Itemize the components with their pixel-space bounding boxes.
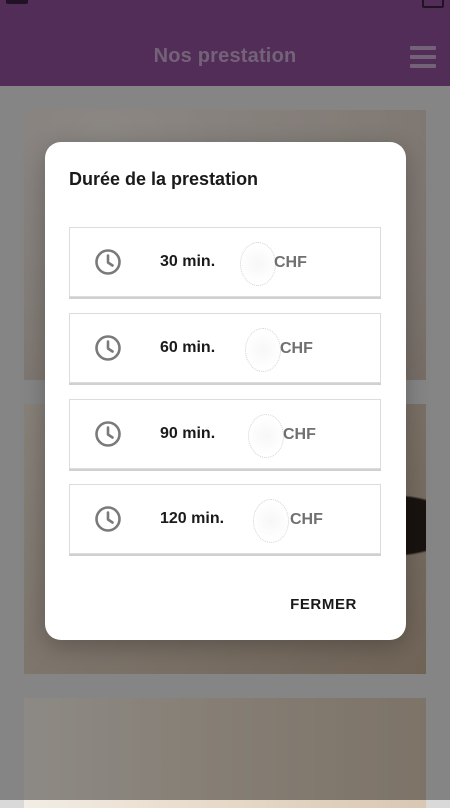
duration-label: 90 min. [160,425,216,442]
currency-label: CHF [280,340,313,357]
duration-option-90[interactable]: 90 min. CHF [69,399,381,469]
currency-label: CHF [274,254,307,271]
price-value-blurred [253,499,289,543]
duration-label: 120 min. [160,510,225,527]
duration-label: 30 min. [160,253,216,270]
price-value-blurred [245,328,281,372]
duration-dialog: Durée de la prestation 30 min. CHF 60 mi… [45,142,406,640]
duration-option-30[interactable]: 30 min. CHF [69,227,381,297]
duration-option-120[interactable]: 120 min. CHF [69,484,381,554]
currency-label: CHF [283,426,316,443]
dialog-title: Durée de la prestation [69,169,259,189]
clock-icon [95,506,121,532]
clock-icon [95,249,121,275]
currency-label: CHF [290,511,323,528]
duration-option-60[interactable]: 60 min. CHF [69,313,381,383]
price-value-blurred [240,242,276,286]
clock-icon [95,335,121,361]
price-value-blurred [248,414,284,458]
clock-icon [95,421,121,447]
close-button[interactable]: FERMER [290,596,357,613]
duration-label: 60 min. [160,339,216,356]
